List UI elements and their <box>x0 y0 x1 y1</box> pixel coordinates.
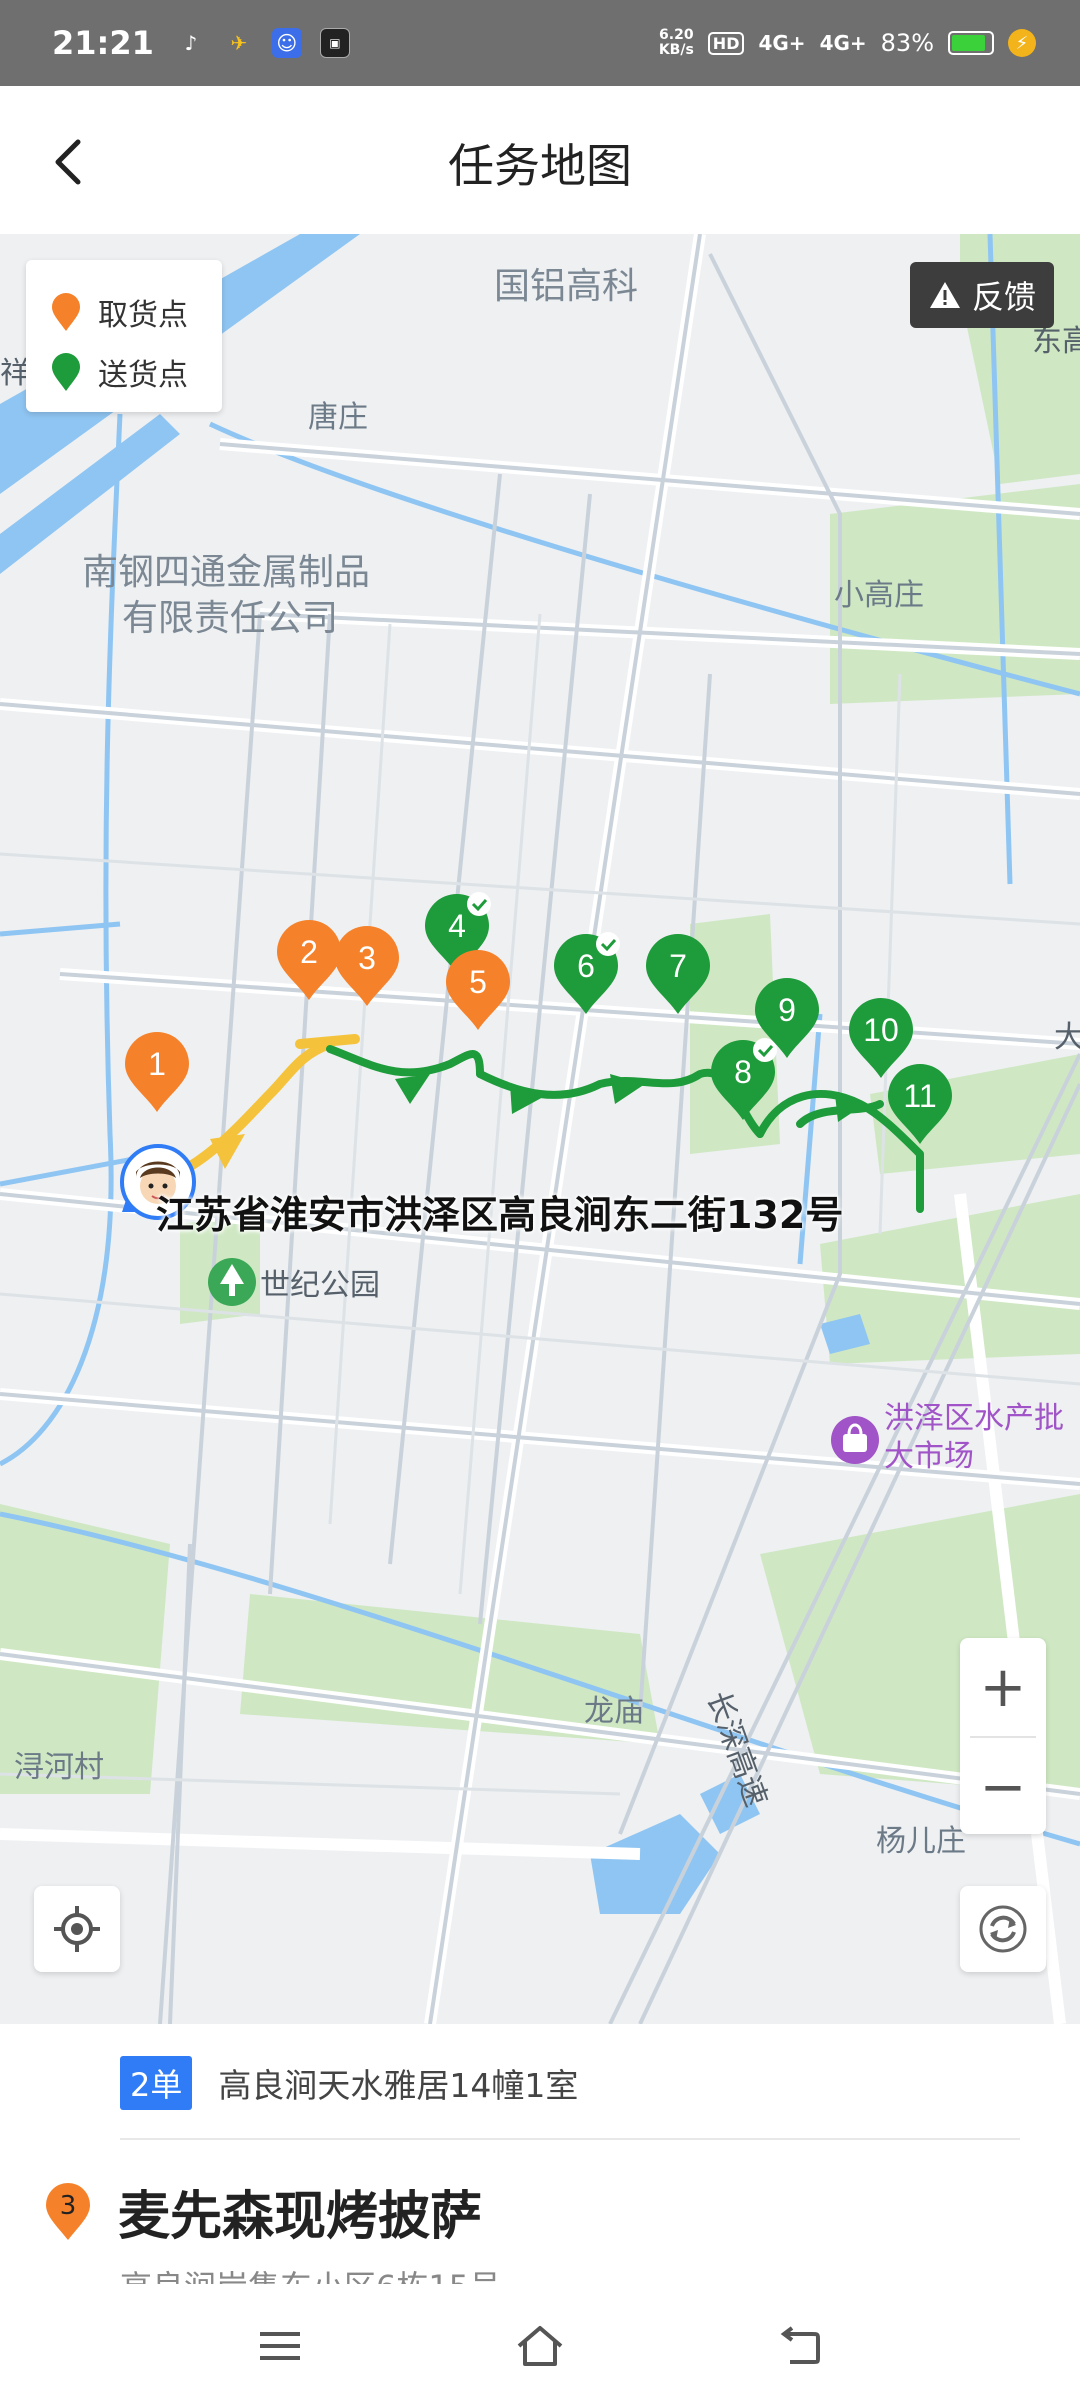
map-pin-label: 6 <box>577 948 595 984</box>
charging-icon: ⚡ <box>1008 29 1036 57</box>
status-indicators: 6.20 KB/s HD 4G+ 4G+ 83% ⚡ <box>659 28 1036 58</box>
qq-notification-icon: ☺ <box>271 28 302 58</box>
store-name: 麦先森现烤披萨 <box>118 2187 483 2247</box>
battery-icon <box>948 31 994 55</box>
map-label-tangzhuang: 唐庄 <box>308 400 368 435</box>
map-pin-3[interactable]: 3 <box>333 924 401 1008</box>
map-pin-11[interactable]: 11 <box>886 1062 954 1146</box>
task-map[interactable]: 国铝高科 唐庄 南钢四通金属制品 有限责任公司 小高庄 世纪公园 洪泽区水产批 … <box>0 234 1080 2024</box>
map-label-longmiao: 龙庙 <box>584 1694 644 1729</box>
music-notification-icon: ♪ <box>184 31 198 55</box>
map-label-yangerzhuang: 杨儿庄 <box>876 1824 966 1859</box>
map-label-company-line2: 有限责任公司 <box>122 598 339 639</box>
map-label-market-line1: 洪泽区水产批 <box>884 1401 1064 1436</box>
status-time: 21:21 <box>52 24 154 62</box>
map-pin-label: 1 <box>148 1046 166 1082</box>
status-app-icons: ♪ ✈ ☺ ▣ <box>176 28 350 58</box>
map-pin-label: 11 <box>903 1078 937 1114</box>
legend-pickup: 取货点 <box>50 282 222 342</box>
map-label-xiaogaozhuang: 小高庄 <box>834 578 924 613</box>
signal-icon-2: 4G+ <box>819 31 867 55</box>
dropoff-pin-icon <box>52 353 80 391</box>
header: 任务地图 <box>0 86 1080 234</box>
warning-icon <box>929 282 960 308</box>
app-notification-icon: ▣ <box>319 28 350 58</box>
page-title: 任务地图 <box>448 139 632 193</box>
store-address: 高良涧岸隽东小区6栋15号 <box>120 2262 501 2284</box>
network-speed-value: 6.20 <box>659 27 694 43</box>
map-label-park: 世纪公园 <box>260 1268 380 1303</box>
refresh-icon <box>979 1905 1027 1953</box>
map-pin-1[interactable]: 1 <box>123 1030 191 1114</box>
zoom-in-button[interactable]: + <box>960 1638 1046 1736</box>
system-nav-bar <box>0 2284 1080 2408</box>
battery-percent: 83% <box>880 29 934 57</box>
signal-icon-1: 4G+ <box>758 31 806 55</box>
feedback-label: 反馈 <box>971 278 1036 316</box>
refresh-button[interactable] <box>960 1886 1046 1972</box>
home-icon <box>517 2326 563 2366</box>
map-pin-9[interactable]: 9 <box>753 976 821 1060</box>
current-address-label: 江苏省淮安市洪泽区高良涧东二街132号 <box>156 1193 844 1237</box>
store-row[interactable]: 3 麦先森现烤披萨 <box>44 2174 482 2249</box>
map-pin-label: 9 <box>778 992 796 1028</box>
back-nav-button[interactable] <box>765 2311 835 2381</box>
map-label-market-line2: 大市场 <box>884 1439 974 1474</box>
delivery-notification-icon: ✈ <box>230 31 248 55</box>
legend-dropoff: 送货点 <box>50 342 222 402</box>
network-speed: 6.20 KB/s <box>659 28 694 58</box>
map-pin-5[interactable]: 5 <box>444 948 512 1032</box>
map-pin-label: 5 <box>469 964 487 1000</box>
map-pin-label: 10 <box>863 1012 899 1048</box>
network-speed-unit: KB/s <box>658 42 694 58</box>
zoom-control: + − <box>960 1638 1046 1834</box>
back-nav-icon <box>780 2326 820 2364</box>
order-address: 高良涧天水雅居14幢1室 <box>218 2066 579 2105</box>
map-pin-label: 3 <box>358 940 376 976</box>
hd-icon: HD <box>707 31 745 55</box>
store-index: 3 <box>59 2190 77 2221</box>
status-bar: 21:21 ♪ ✈ ☺ ▣ 6.20 KB/s HD 4G+ 4G+ 83% ⚡ <box>0 0 1080 86</box>
pickup-pin-icon <box>52 293 80 331</box>
feedback-button[interactable]: 反馈 <box>909 262 1054 328</box>
menu-icon <box>260 2332 300 2360</box>
zoom-out-button[interactable]: − <box>960 1738 1046 1836</box>
order-count-badge: 2单 <box>120 2056 193 2110</box>
map-label-top-company: 国铝高科 <box>494 266 639 307</box>
map-legend: 取货点 送货点 <box>26 260 222 412</box>
locate-button[interactable] <box>34 1886 120 1972</box>
order-row[interactable]: 2单 高良涧天水雅居14幢1室 <box>120 2056 578 2110</box>
menu-button[interactable] <box>245 2311 315 2381</box>
map-label-company-line1: 南钢四通金属制品 <box>82 552 371 593</box>
legend-dropoff-label: 送货点 <box>98 358 188 393</box>
home-button[interactable] <box>505 2311 575 2381</box>
panel-divider <box>120 2138 1020 2140</box>
store-pin-icon: 3 <box>44 2182 92 2241</box>
map-pin-label: 7 <box>669 948 687 984</box>
map-label-xunhecun: 浔河村 <box>14 1750 104 1785</box>
map-pin-label: 4 <box>448 908 466 944</box>
locate-icon <box>54 1906 100 1952</box>
map-pin-7[interactable]: 7 <box>644 932 712 1016</box>
order-panel[interactable]: 2单 高良涧天水雅居14幢1室 3 麦先森现烤披萨 高良涧岸隽东小区6栋15号 <box>0 2024 1080 2284</box>
map-label-edge-right-mid: 大 <box>1054 1020 1080 1055</box>
map-pin-6[interactable]: 6 <box>552 932 620 1016</box>
legend-pickup-label: 取货点 <box>98 298 188 333</box>
